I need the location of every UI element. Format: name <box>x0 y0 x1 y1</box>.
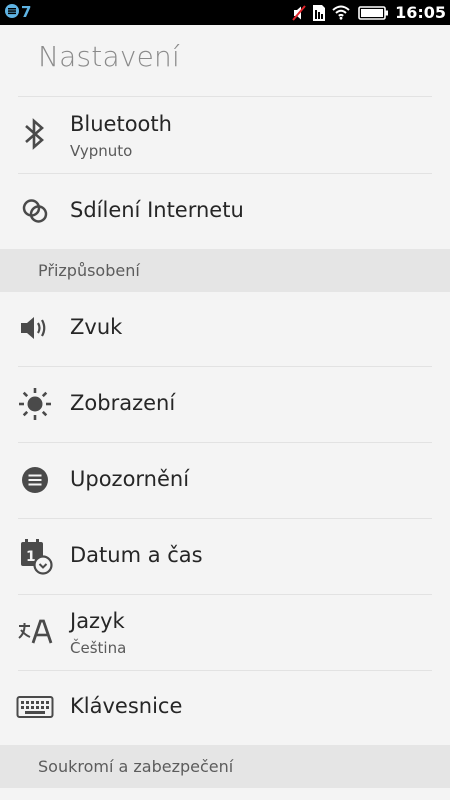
clock: 16:05 <box>395 3 446 22</box>
bluetooth-icon <box>14 113 56 155</box>
brightness-icon <box>14 383 56 425</box>
link-icon <box>14 190 56 232</box>
muted-icon <box>292 4 306 21</box>
tethering-label: Sdílení Internetu <box>70 198 244 222</box>
notifications-label: Upozornění <box>70 467 190 491</box>
speaker-icon <box>14 307 56 349</box>
header: Nastavení <box>0 25 450 96</box>
notifications-icon <box>14 459 56 501</box>
bluetooth-label: Bluetooth <box>70 112 172 136</box>
section-label: Přizpůsobení <box>38 261 140 280</box>
keyboard-label: Klávesnice <box>70 694 183 718</box>
settings-item-language[interactable]: Jazyk Čeština <box>0 595 450 670</box>
language-value: Čeština <box>70 639 127 657</box>
language-label: Jazyk <box>70 609 125 633</box>
page-title: Nastavení <box>38 40 180 73</box>
notification-icon[interactable] <box>4 3 20 23</box>
status-right: 16:05 <box>292 2 446 23</box>
section-header-personalization: Přizpůsobení <box>0 249 450 292</box>
bluetooth-status: Vypnuto <box>70 142 133 160</box>
section-label: Soukromí a zabezpečení <box>38 757 234 776</box>
settings-item-tethering[interactable]: Sdílení Internetu <box>0 174 450 249</box>
section-header-privacy: Soukromí a zabezpečení <box>0 745 450 788</box>
status-bar: 7 16:05 <box>0 0 450 25</box>
sim-icon <box>312 4 326 22</box>
display-label: Zobrazení <box>70 391 176 415</box>
wifi-icon <box>332 5 350 20</box>
settings-item-datetime[interactable]: 1 Datum a čas <box>0 519 450 594</box>
keyboard-icon <box>14 686 56 728</box>
battery-icon <box>358 5 389 20</box>
settings-item-display[interactable]: Zobrazení <box>0 367 450 442</box>
settings-item-bluetooth[interactable]: Bluetooth Vypnuto <box>0 97 450 173</box>
sound-label: Zvuk <box>70 315 123 339</box>
notification-count: 7 <box>21 3 32 21</box>
calendar-clock-icon: 1 <box>14 535 56 577</box>
settings-item-keyboard[interactable]: Klávesnice <box>0 671 450 745</box>
language-icon <box>14 611 56 653</box>
settings-item-sound[interactable]: Zvuk <box>0 292 450 366</box>
settings-item-notifications[interactable]: Upozornění <box>0 443 450 518</box>
status-left: 7 <box>4 2 31 23</box>
datetime-label: Datum a čas <box>70 543 203 567</box>
